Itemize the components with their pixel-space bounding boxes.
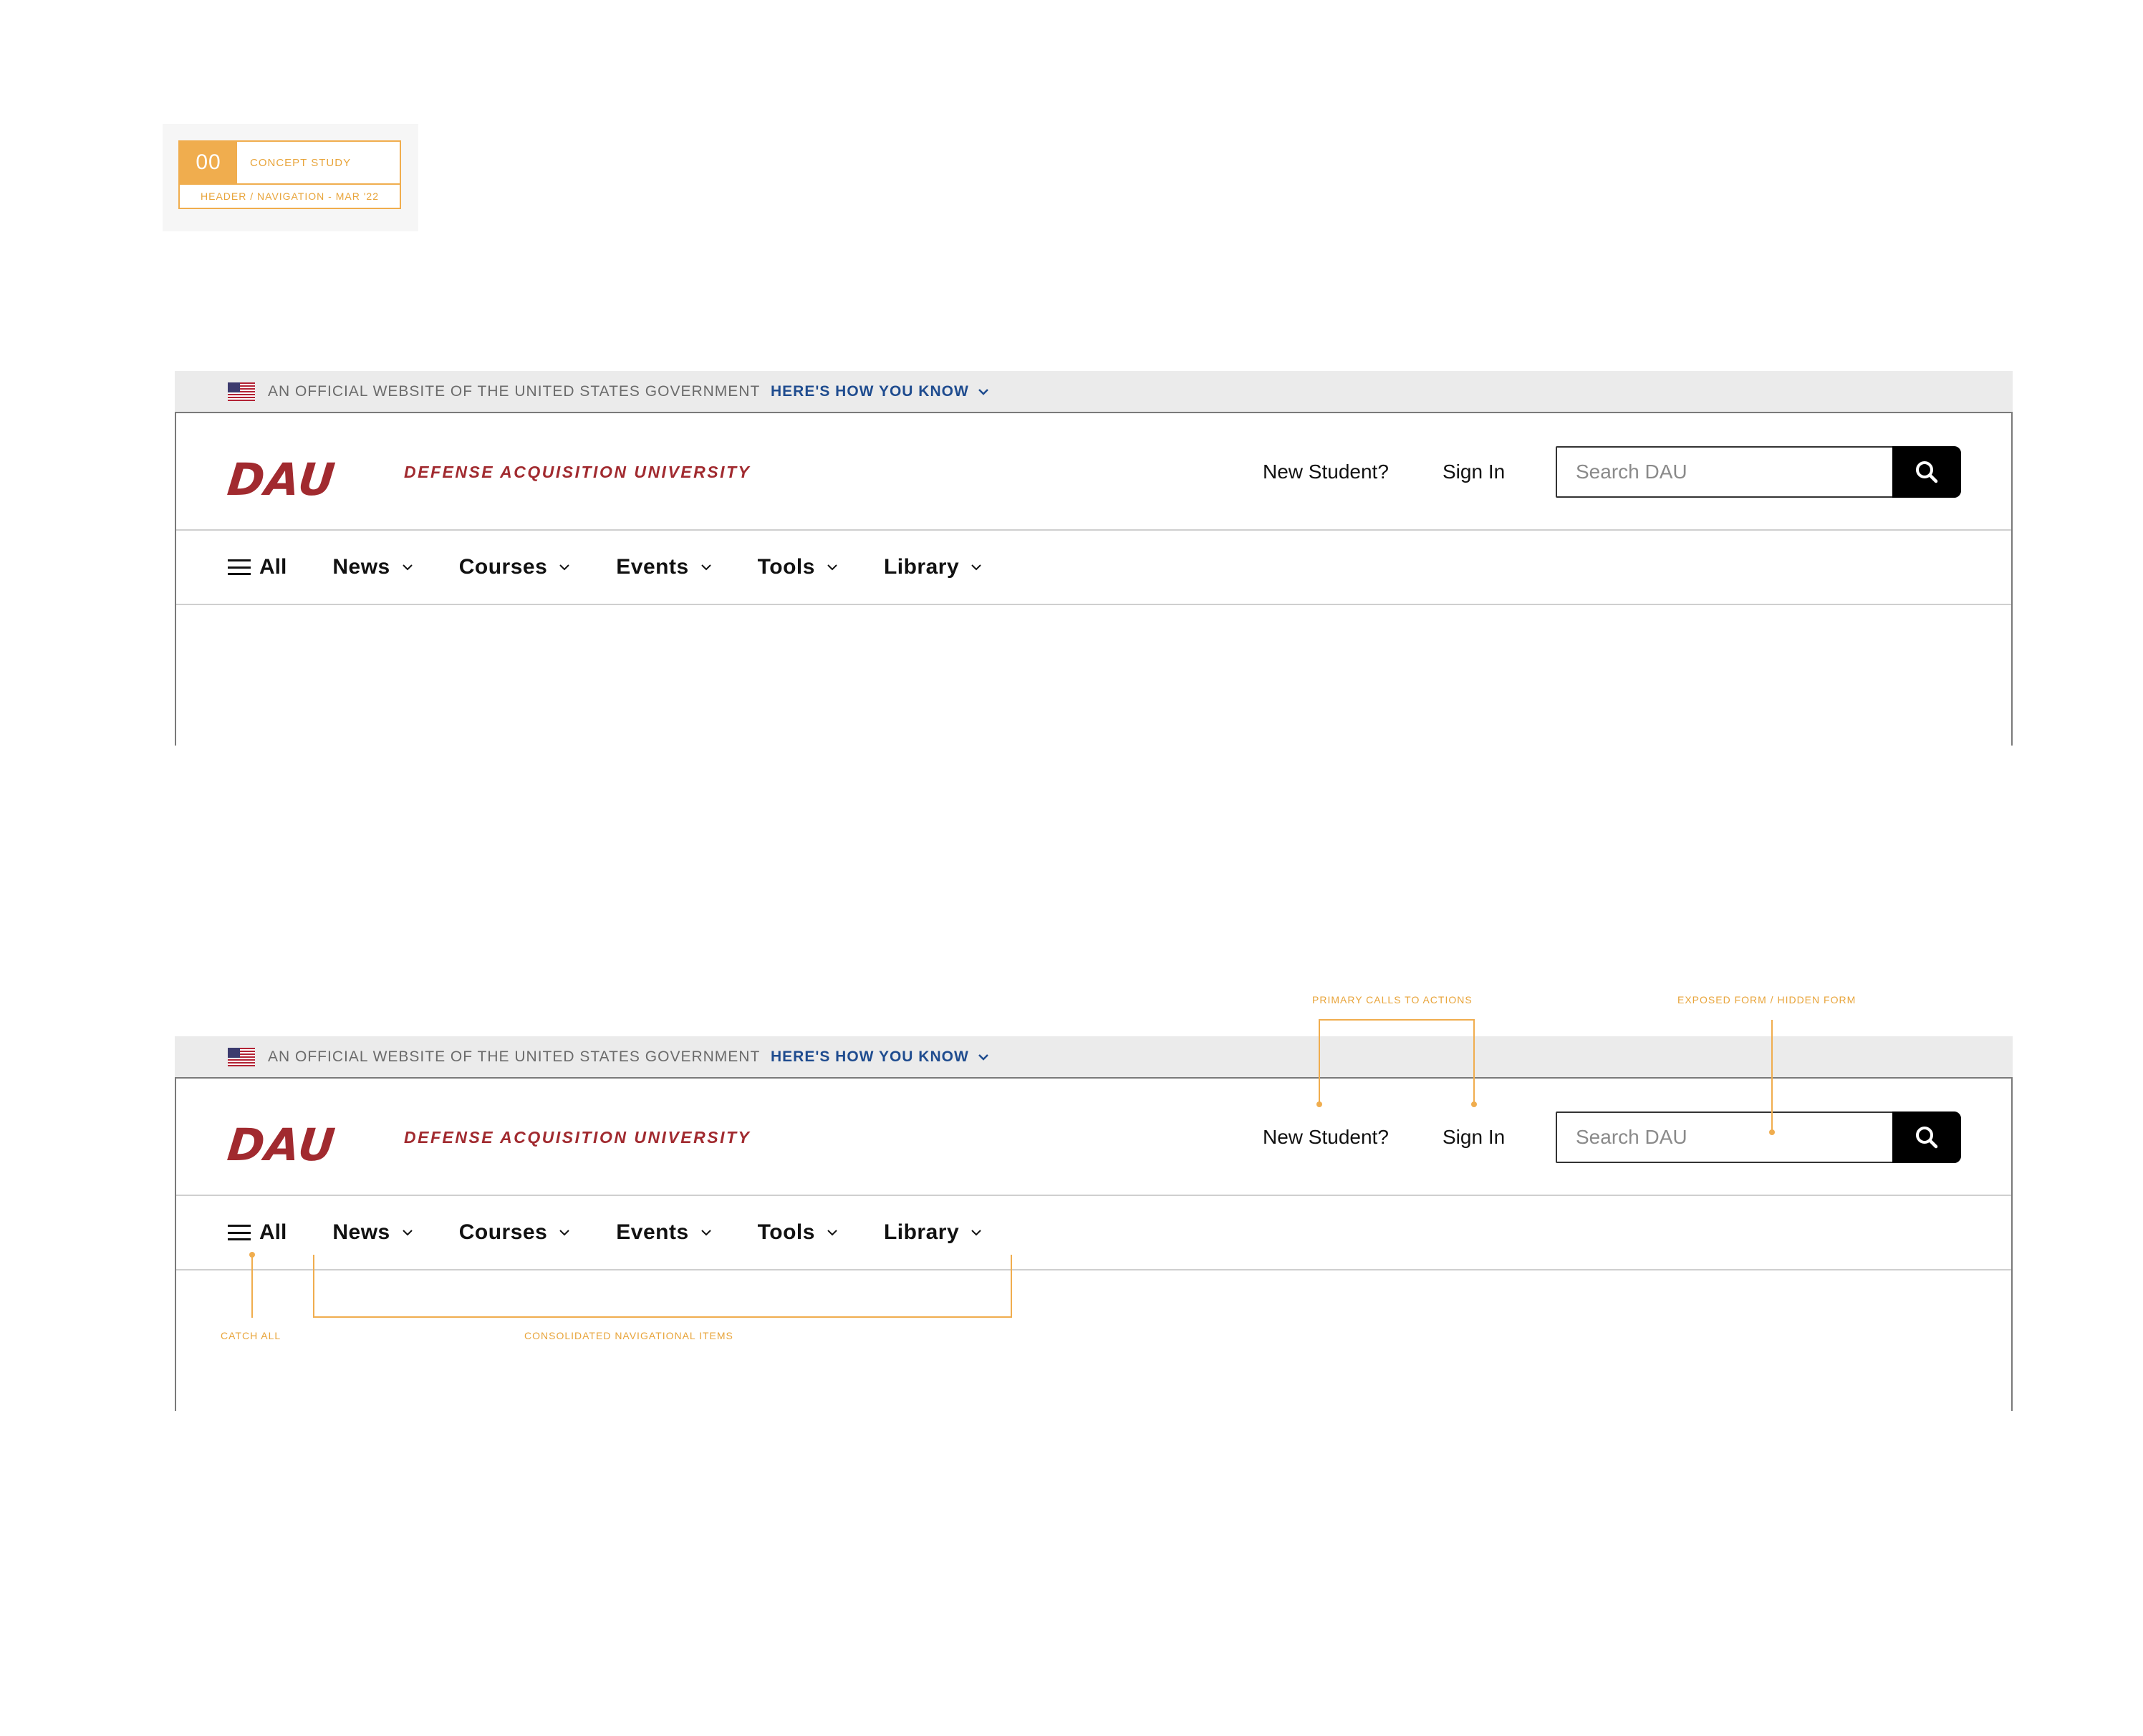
nav-item-label: Tools xyxy=(757,1220,815,1244)
nav-item-courses[interactable]: Courses xyxy=(459,555,571,579)
chevron-down-icon xyxy=(971,1230,981,1236)
nav-item-label: Library xyxy=(883,1220,960,1244)
annotation-line xyxy=(251,1255,253,1318)
hamburger-icon xyxy=(228,1225,251,1240)
main-nav: All News Courses Events Tools Library xyxy=(228,531,1028,604)
nav-item-label: News xyxy=(332,1220,390,1244)
nav-item-courses[interactable]: Courses xyxy=(459,1220,571,1245)
nav-all-label: All xyxy=(259,1220,287,1244)
annotation-bracket-right xyxy=(1473,1019,1475,1104)
annotation-bracket-left xyxy=(1319,1019,1320,1104)
hamburger-icon xyxy=(228,559,251,575)
nav-item-tools[interactable]: Tools xyxy=(758,555,838,579)
nav-item-library[interactable]: Library xyxy=(884,1220,982,1245)
search-form xyxy=(1556,446,1961,498)
university-name: Defense Acquisition University xyxy=(404,1127,751,1147)
chevron-down-icon xyxy=(827,1230,837,1236)
annotation-bracket-bottom xyxy=(313,1316,1012,1318)
us-flag-icon xyxy=(228,1048,255,1066)
nav-item-label: Tools xyxy=(757,555,815,579)
chevron-down-icon xyxy=(827,564,837,571)
nav-item-label: Events xyxy=(616,555,689,579)
chevron-down-icon xyxy=(559,1230,569,1236)
nav-all-label: All xyxy=(259,555,287,579)
search-input[interactable] xyxy=(1557,448,1894,496)
nav-item-news[interactable]: News xyxy=(332,1220,413,1245)
nav-item-library[interactable]: Library xyxy=(884,555,982,579)
chevron-down-icon xyxy=(978,1053,988,1061)
chevron-down-icon xyxy=(978,388,988,395)
search-icon xyxy=(1916,461,1938,483)
chevron-down-icon xyxy=(971,564,981,571)
search-form xyxy=(1556,1111,1961,1163)
us-flag-icon xyxy=(228,382,255,401)
annotation-dot xyxy=(1769,1129,1775,1135)
nav-item-events[interactable]: Events xyxy=(616,1220,711,1245)
annotation-consolidated: Consolidated navigational items xyxy=(524,1330,733,1341)
annotation-exposed-form: Exposed form / hidden form xyxy=(1677,994,1857,1006)
search-input[interactable] xyxy=(1557,1113,1894,1162)
nav-item-label: Courses xyxy=(458,1220,548,1244)
heres-how-you-know-label: Here's how you know xyxy=(771,1048,969,1065)
nav-item-label: News xyxy=(332,555,390,579)
gov-banner-text: An official website of the United States… xyxy=(268,382,761,400)
sign-in-link[interactable]: Sign In xyxy=(1443,1123,1505,1152)
chevron-down-icon xyxy=(700,1230,711,1236)
site-header: DAU Defense Acquisition University New S… xyxy=(175,1077,2013,1411)
heres-how-you-know-label: Here's how you know xyxy=(771,382,969,400)
nav-item-label: Events xyxy=(616,1220,689,1244)
header-mockup-annotated: An official website of the United States… xyxy=(175,1036,2013,1411)
nav-item-tools[interactable]: Tools xyxy=(758,1220,838,1245)
gov-banner-text: An official website of the United States… xyxy=(268,1048,761,1065)
dau-logo[interactable]: DAU xyxy=(225,453,338,506)
gov-banner: An official website of the United States… xyxy=(175,371,2013,412)
search-button[interactable] xyxy=(1892,1111,1961,1163)
chevron-down-icon xyxy=(559,564,569,571)
heres-how-you-know-link[interactable]: Here's how you know xyxy=(771,1036,989,1077)
search-icon xyxy=(1916,1127,1938,1149)
sign-in-link[interactable]: Sign In xyxy=(1443,458,1505,486)
heres-how-you-know-link[interactable]: Here's how you know xyxy=(771,371,989,412)
annotation-bracket-right xyxy=(1011,1255,1012,1318)
site-header: DAU Defense Acquisition University New S… xyxy=(175,412,2013,746)
annotation-line xyxy=(1771,1020,1773,1131)
nav-divider xyxy=(176,604,2011,605)
nav-item-events[interactable]: Events xyxy=(616,555,711,579)
concept-subtitle: Header / Navigation - Mar '22 xyxy=(201,191,379,202)
concept-tag-box: 00 Concept Study Header / Navigation - M… xyxy=(178,140,401,209)
annotation-bracket-left xyxy=(313,1255,314,1318)
dau-logo[interactable]: DAU xyxy=(225,1119,338,1171)
concept-tag: 00 Concept Study Header / Navigation - M… xyxy=(163,124,418,231)
nav-item-label: Library xyxy=(883,555,960,579)
main-nav: All News Courses Events Tools Library xyxy=(228,1196,1028,1269)
chevron-down-icon xyxy=(700,564,711,571)
annotation-catch-all: Catch all xyxy=(221,1330,281,1341)
concept-number: 00 xyxy=(180,142,237,183)
search-button[interactable] xyxy=(1892,446,1961,498)
header-mockup-plain: An official website of the United States… xyxy=(175,371,2013,746)
nav-item-news[interactable]: News xyxy=(332,555,413,579)
nav-divider xyxy=(176,1269,2011,1270)
nav-item-label: Courses xyxy=(458,555,548,579)
new-student-link[interactable]: New Student? xyxy=(1263,1123,1389,1152)
university-name: Defense Acquisition University xyxy=(404,462,751,481)
annotation-dot xyxy=(1471,1101,1477,1107)
annotation-bracket-top xyxy=(1319,1019,1475,1021)
annotation-primary-cta: Primary calls to actions xyxy=(1312,994,1473,1006)
nav-all-button[interactable]: All xyxy=(228,1220,286,1245)
nav-all-button[interactable]: All xyxy=(228,555,286,579)
chevron-down-icon xyxy=(403,1230,413,1236)
new-student-link[interactable]: New Student? xyxy=(1263,458,1389,486)
annotation-dot xyxy=(1316,1101,1322,1107)
gov-banner: An official website of the United States… xyxy=(175,1036,2013,1077)
chevron-down-icon xyxy=(403,564,413,571)
concept-kind: Concept Study xyxy=(250,156,352,169)
